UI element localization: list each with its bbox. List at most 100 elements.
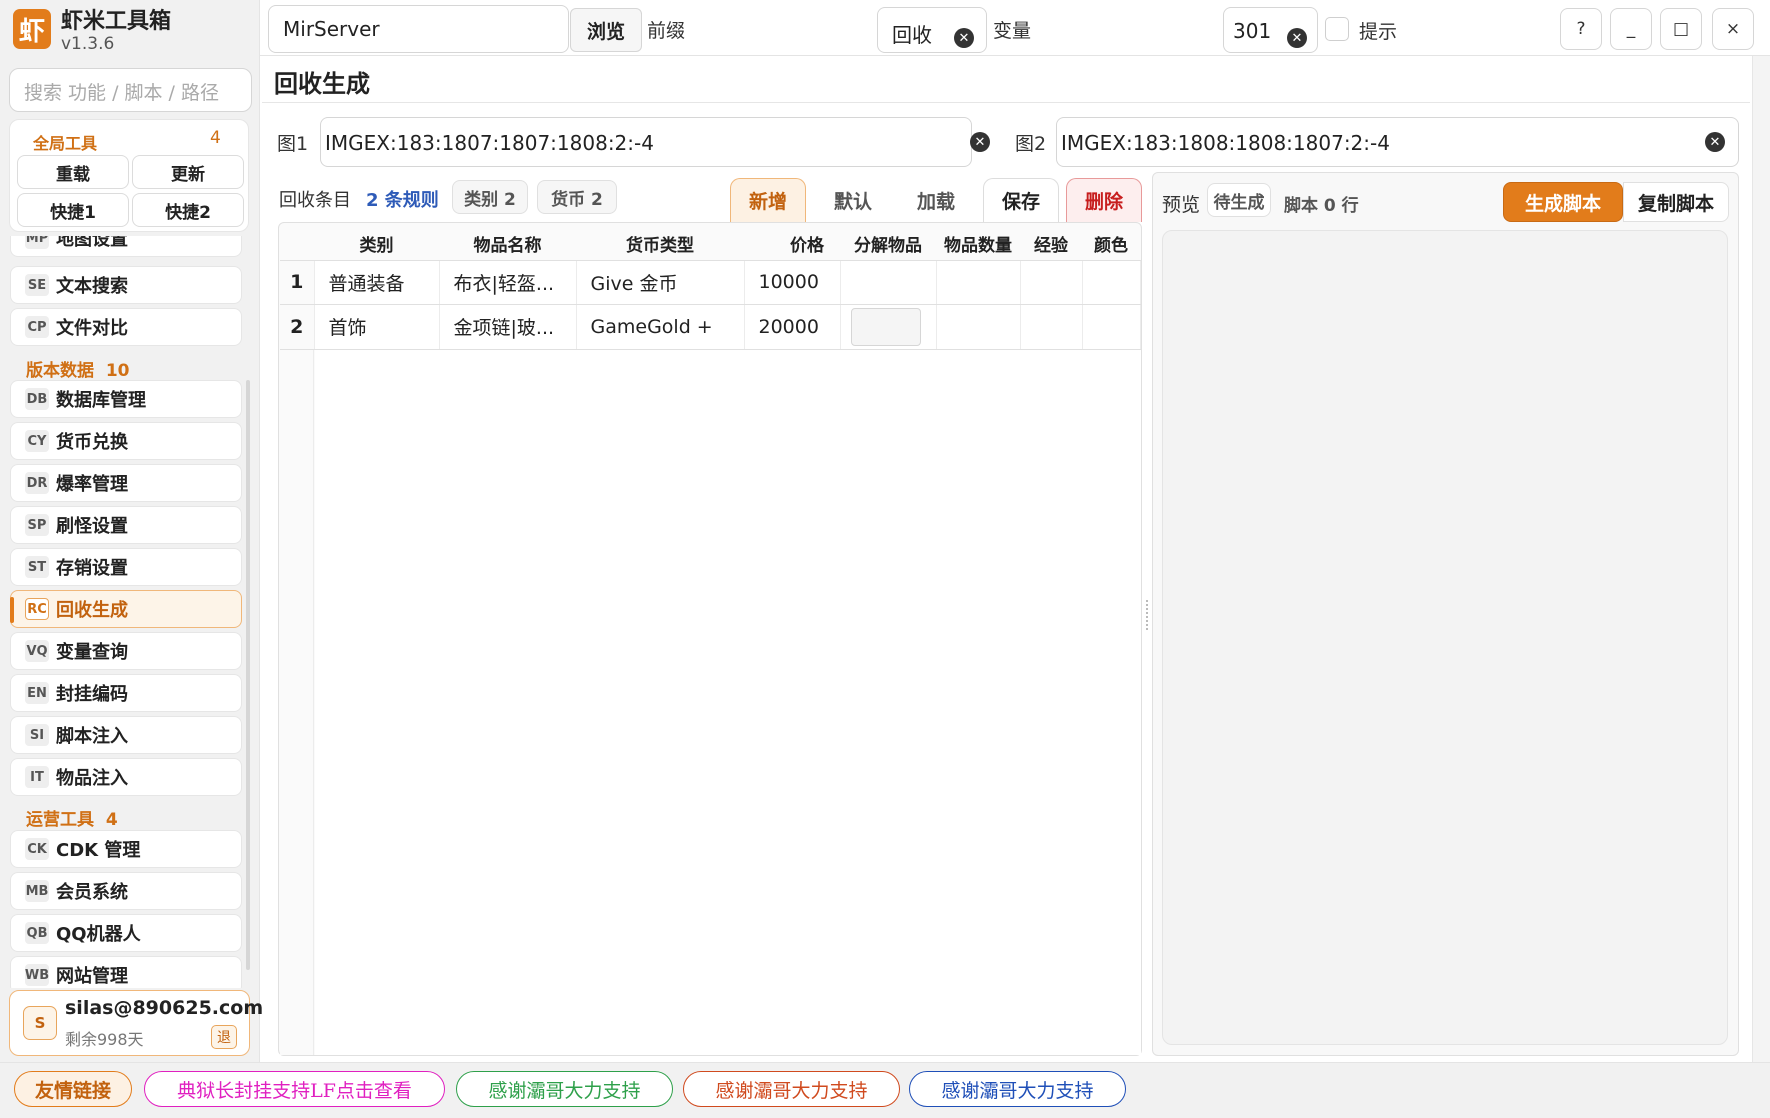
nav-item-file-compare[interactable]: CP 文件对比 [10, 308, 242, 346]
splitter-handle[interactable] [1146, 600, 1149, 630]
main-scrollbar[interactable] [1752, 56, 1770, 1062]
table-row[interactable]: 1 普通装备 布衣|轻盔... Give 金币 10000 [280, 260, 1141, 305]
nav-list: MP 地图设置 SE 文本搜索 CP 文件对比 版本数据 10 DB 数据库管理… [0, 236, 260, 988]
hint-checkbox[interactable] [1325, 17, 1349, 41]
nav-item-map-settings[interactable]: MP 地图设置 [10, 236, 242, 257]
nav-item-script-inject[interactable]: SI 脚本注入 [10, 716, 242, 754]
img2-input[interactable]: IMGEX:183:1808:1808:1807:2:-4 [1056, 117, 1739, 167]
shortcut1-button[interactable]: 快捷1 [17, 193, 129, 227]
cell-decompose[interactable] [840, 304, 937, 350]
cell-color[interactable] [1082, 304, 1141, 350]
nav-item-encoding[interactable]: EN 封挂编码 [10, 674, 242, 712]
cell-currency[interactable]: Give 金币 [576, 260, 745, 305]
generate-script-button[interactable]: 生成脚本 [1503, 182, 1623, 222]
sidebar-scrollbar[interactable] [246, 380, 250, 970]
nav-item-label: 回收生成 [56, 600, 128, 621]
nav-code-badge: DB [25, 388, 49, 410]
minimize-button[interactable]: _ [1610, 8, 1652, 50]
currency-count-pill[interactable]: 货币 2 [537, 180, 617, 214]
table-row[interactable]: 2 首饰 金项链|玻... GameGold + 20000 [280, 304, 1141, 350]
footer-link[interactable]: 感谢灞哥大力支持 [909, 1071, 1126, 1107]
nav-item-var-query[interactable]: VQ 变量查询 [10, 632, 242, 670]
script-preview-area[interactable] [1162, 230, 1728, 1045]
column-header-index [280, 228, 314, 261]
cell-color[interactable] [1082, 260, 1141, 305]
tab-save[interactable]: 保存 [983, 178, 1059, 222]
row-index: 1 [280, 260, 315, 305]
nav-item-label: 变量查询 [56, 642, 128, 663]
browse-button[interactable]: 浏览 [570, 8, 642, 52]
tab-load[interactable]: 加载 [898, 178, 974, 222]
cell-price[interactable]: 20000 [744, 304, 841, 350]
cell-item[interactable]: 金项链|玻... [439, 304, 577, 350]
column-header[interactable]: 物品名称 [439, 228, 576, 261]
column-header[interactable]: 类别 [314, 228, 439, 261]
nav-item-cdk[interactable]: CK CDK 管理 [10, 830, 242, 868]
nav-item-website[interactable]: WB 网站管理 [10, 956, 242, 988]
nav-item-text-search[interactable]: SE 文本搜索 [10, 266, 242, 304]
clear-prefix-icon[interactable]: ✕ [954, 28, 974, 48]
cell-qty[interactable] [936, 260, 1021, 305]
tab-default[interactable]: 默认 [815, 178, 891, 222]
sidebar: 虾 虾米工具箱 v1.3.6 搜索 功能 / 脚本 / 路径 全局工具 4 重载… [0, 0, 263, 1062]
tab-add[interactable]: 新增 [730, 178, 806, 222]
nav-item-member[interactable]: MB 会员系统 [10, 872, 242, 910]
nav-code-badge: MB [25, 880, 49, 902]
user-card: S silas@890625.com 剩余998天 退 [9, 990, 263, 1056]
nav-item-label: 物品注入 [56, 768, 128, 789]
footer-link[interactable]: 典狱长封挂支持LF点击查看 [144, 1071, 445, 1107]
friend-links-label[interactable]: 友情链接 [14, 1071, 132, 1107]
logout-button[interactable]: 退 [211, 1025, 237, 1049]
nav-code-badge: SI [25, 724, 49, 746]
cell-qty[interactable] [936, 304, 1021, 350]
help-button[interactable]: ? [1560, 8, 1602, 50]
shortcut2-button[interactable]: 快捷2 [132, 193, 244, 227]
search-input[interactable]: 搜索 功能 / 脚本 / 路径 [9, 68, 252, 112]
nav-item-storage[interactable]: ST 存销设置 [10, 548, 242, 586]
footer-link[interactable]: 感谢灞哥大力支持 [683, 1071, 900, 1107]
nav-item-database[interactable]: DB 数据库管理 [10, 380, 242, 418]
cell-decompose[interactable] [840, 260, 937, 305]
nav-item-spawn[interactable]: SP 刷怪设置 [10, 506, 242, 544]
preview-status-pill: 待生成 [1207, 183, 1271, 217]
img1-input[interactable]: IMGEX:183:1807:1807:1808:2:-4 [320, 117, 972, 167]
cell-category[interactable]: 首饰 [314, 304, 440, 350]
nav-item-droprate[interactable]: DR 爆率管理 [10, 464, 242, 502]
nav-item-recycle-gen[interactable]: RC 回收生成 [10, 590, 242, 628]
img2-label: 图2 [1015, 133, 1047, 155]
column-header[interactable]: 货币类型 [576, 228, 744, 261]
nav-item-item-inject[interactable]: IT 物品注入 [10, 758, 242, 796]
category-count-pill[interactable]: 类别 2 [452, 180, 528, 214]
app-version: v1.3.6 [61, 34, 115, 54]
server-path-input[interactable]: MirServer [268, 5, 569, 53]
reload-button[interactable]: 重载 [17, 155, 129, 189]
clear-img2-icon[interactable]: ✕ [1705, 132, 1725, 152]
column-header[interactable]: 价格 [744, 228, 840, 261]
footer-link[interactable]: 感谢灞哥大力支持 [456, 1071, 673, 1107]
copy-script-button[interactable]: 复制脚本 [1623, 182, 1729, 222]
cell-item[interactable]: 布衣|轻盔... [439, 260, 577, 305]
nav-item-currency[interactable]: CY 货币兑换 [10, 422, 242, 460]
script-lines-count: 脚本 0 行 [1284, 196, 1359, 216]
close-button[interactable]: × [1712, 8, 1754, 50]
column-header[interactable]: 经验 [1020, 228, 1082, 261]
cell-exp[interactable] [1020, 260, 1083, 305]
nav-item-label: 货币兑换 [56, 432, 128, 453]
grid-empty-area[interactable] [315, 350, 1141, 1055]
cell-price[interactable]: 10000 [744, 260, 841, 305]
clear-img1-icon[interactable]: ✕ [970, 132, 990, 152]
clear-variable-icon[interactable]: ✕ [1287, 28, 1307, 48]
nav-item-label: QQ机器人 [56, 924, 141, 945]
decompose-edit-box[interactable] [850, 307, 921, 346]
maximize-button[interactable]: □ [1660, 8, 1702, 50]
nav-item-qqbot[interactable]: QB QQ机器人 [10, 914, 242, 952]
column-header[interactable]: 分解物品 [840, 228, 936, 261]
column-header[interactable]: 颜色 [1082, 228, 1140, 261]
rules-title: 回收条目 [279, 190, 351, 211]
cell-category[interactable]: 普通装备 [314, 260, 440, 305]
update-button[interactable]: 更新 [132, 155, 244, 189]
tab-delete[interactable]: 删除 [1066, 178, 1142, 222]
cell-exp[interactable] [1020, 304, 1083, 350]
column-header[interactable]: 物品数量 [936, 228, 1020, 261]
cell-currency[interactable]: GameGold + [576, 304, 745, 350]
